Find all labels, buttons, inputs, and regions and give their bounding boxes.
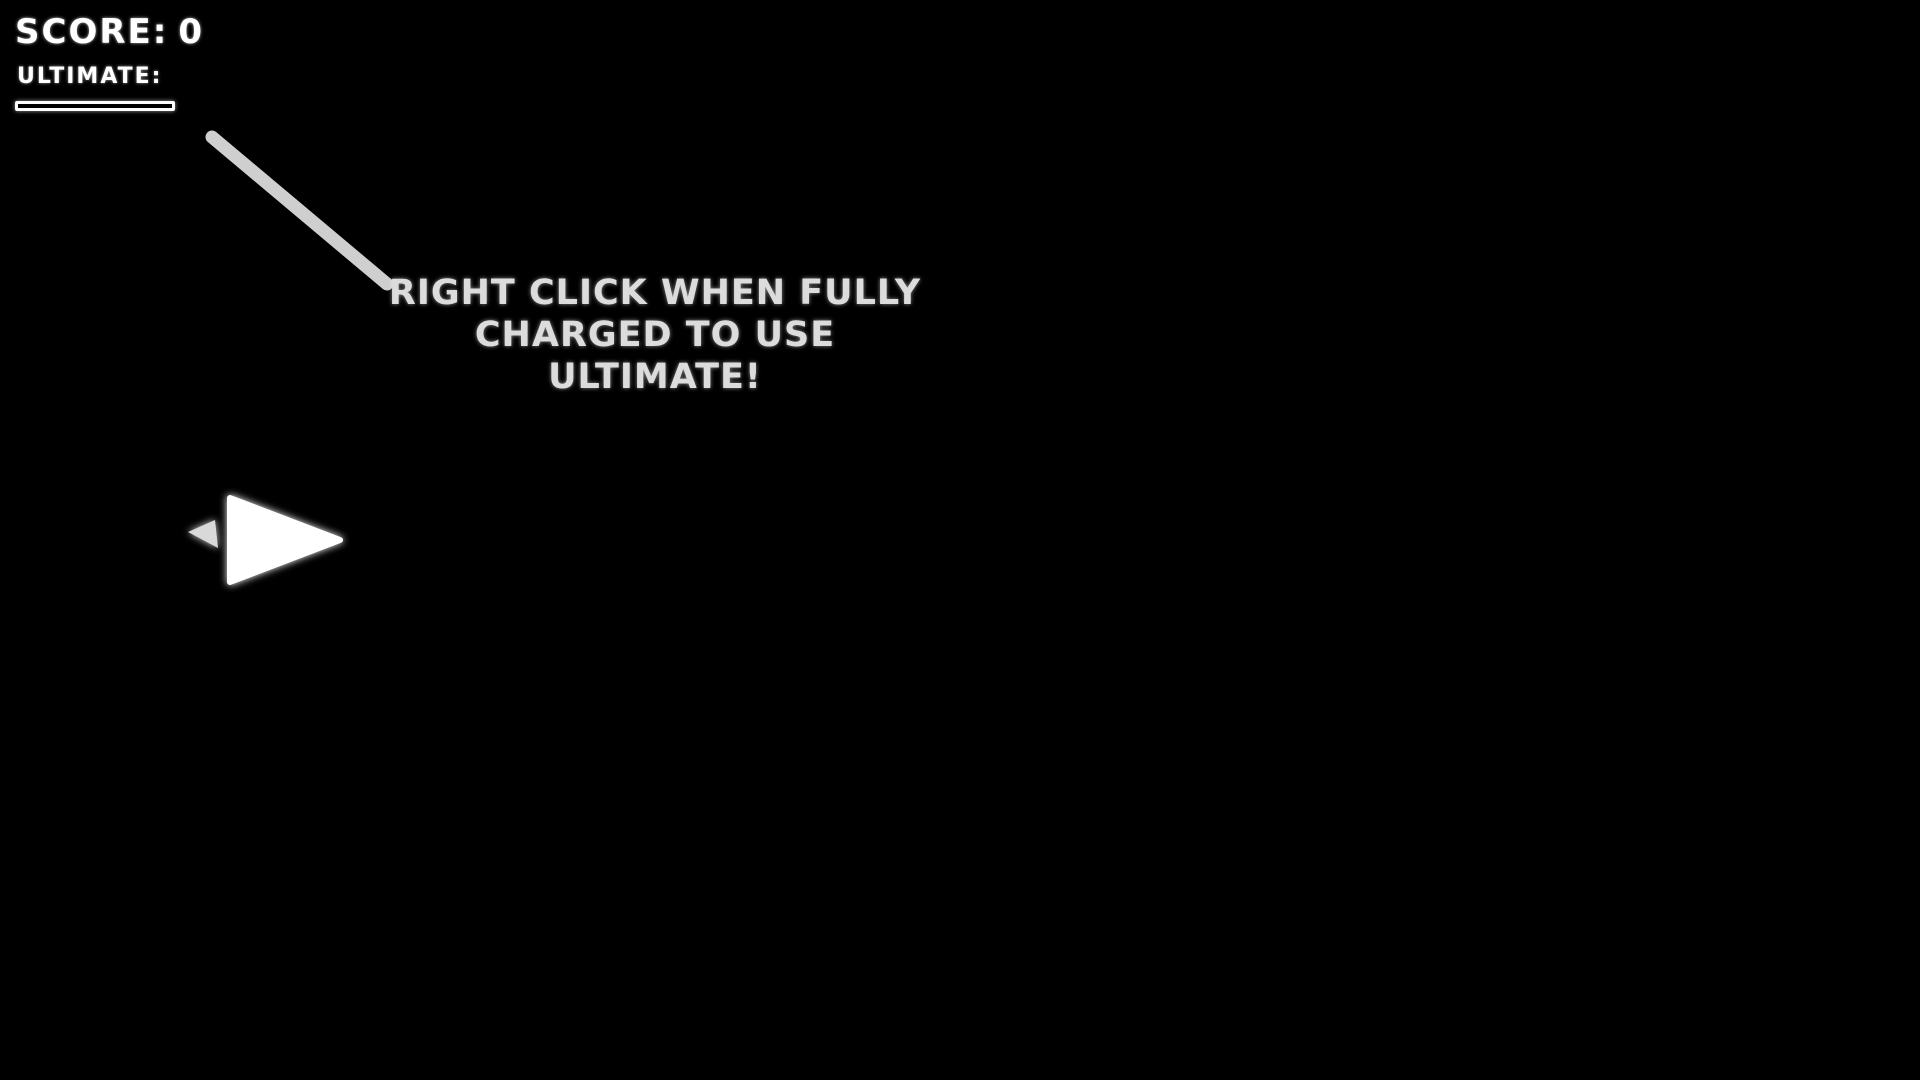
- game-canvas[interactable]: SCORE: 0 ULTIMATE: RIGHT CLICK WHEN FULLY…: [0, 0, 1920, 1080]
- tutorial-line-2: CHARGED TO USE ULTIMATE!: [474, 315, 836, 397]
- score-display: SCORE: 0: [15, 12, 204, 52]
- score-value: 0: [178, 12, 205, 52]
- pointer-line-stroke: [205, 130, 394, 291]
- ultimate-label: ULTIMATE:: [17, 64, 163, 89]
- ultimate-meter: [15, 101, 175, 111]
- player-ship: [180, 480, 350, 600]
- tutorial-line-1: RIGHT CLICK WHEN FULLY: [388, 273, 922, 313]
- tutorial-message: RIGHT CLICK WHEN FULLY CHARGED TO USE UL…: [370, 272, 940, 398]
- score-label: SCORE:: [15, 12, 169, 52]
- triangle-ship-icon: [188, 495, 343, 585]
